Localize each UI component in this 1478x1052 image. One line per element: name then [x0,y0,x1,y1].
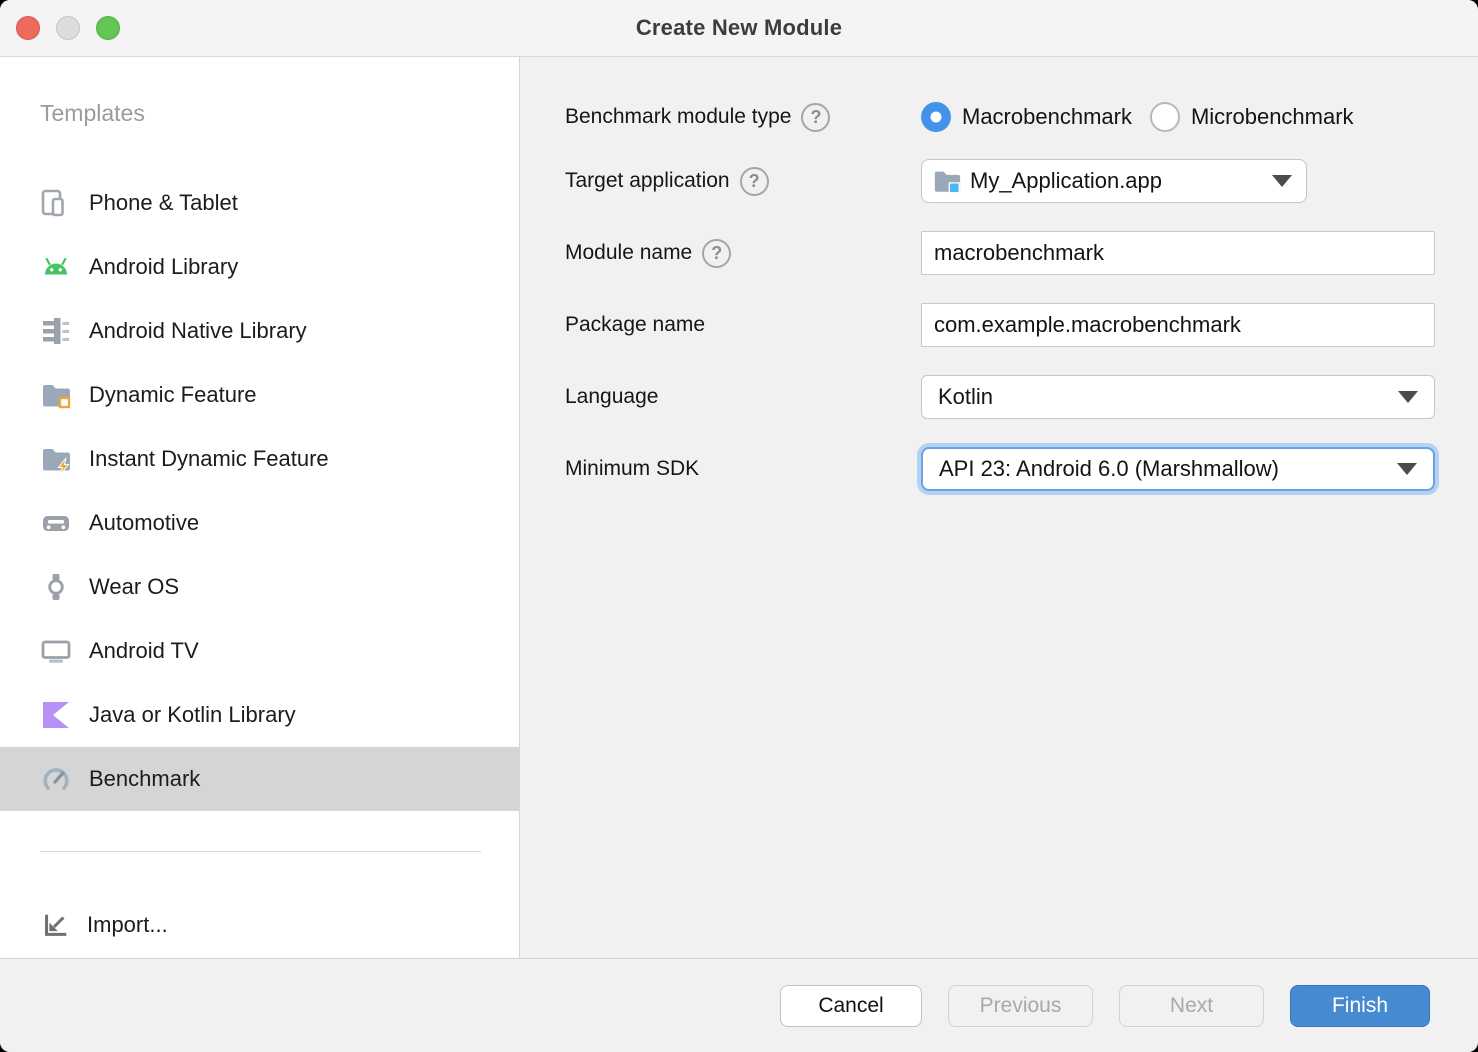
import-label: Import... [87,912,168,938]
wear-os-watch-icon [40,571,72,603]
macrobenchmark-radio-label: Macrobenchmark [962,104,1132,130]
sidebar-item-label: Wear OS [89,574,179,600]
module-name-row: Module name ? [565,231,1478,275]
phone-tablet-icon [40,187,72,219]
minimum-sdk-label: Minimum SDK [565,457,699,481]
module-name-label: Module name [565,241,692,265]
target-application-row: Target application ? My_Application.app [565,159,1478,203]
minimum-sdk-row: Minimum SDK API 23: Android 6.0 (Marshma… [565,447,1478,491]
android-head-icon [40,251,72,283]
sidebar-item-android-native-library[interactable]: Android Native Library [0,299,519,363]
sidebar-item-benchmark[interactable]: Benchmark [0,747,519,811]
package-name-label: Package name [565,313,705,337]
microbenchmark-radio[interactable]: Microbenchmark [1150,102,1354,132]
sidebar-item-label: Instant Dynamic Feature [89,446,329,472]
android-tv-icon [40,635,72,667]
minimum-sdk-value: API 23: Android 6.0 (Marshmallow) [939,456,1397,482]
sidebar-item-automotive[interactable]: Automotive [0,491,519,555]
target-application-label: Target application [565,169,730,193]
help-icon[interactable]: ? [740,167,769,196]
package-name-input[interactable] [921,303,1435,347]
create-new-module-dialog: Create New Module Templates Phone & Tabl… [0,0,1478,1052]
dialog-footer: Cancel Previous Next Finish [0,958,1478,1052]
dynamic-feature-folder-icon [40,379,72,411]
help-icon[interactable]: ? [801,103,830,132]
language-dropdown[interactable]: Kotlin [921,375,1435,419]
sidebar-item-label: Dynamic Feature [89,382,257,408]
benchmark-module-type-label: Benchmark module type [565,105,791,129]
window-title: Create New Module [0,15,1478,41]
benchmark-type-radio-group: Macrobenchmark Microbenchmark [921,102,1354,132]
app-module-folder-icon [932,166,962,196]
templates-list: Phone & Tablet Android Library [0,171,519,811]
instant-dynamic-feature-folder-icon [40,443,72,475]
sidebar-item-label: Automotive [89,510,199,536]
chevron-down-icon [1398,391,1418,403]
target-application-value: My_Application.app [970,168,1264,194]
sidebar-item-android-tv[interactable]: Android TV [0,619,519,683]
sidebar-item-java-kotlin-library[interactable]: Java or Kotlin Library [0,683,519,747]
target-application-dropdown[interactable]: My_Application.app [921,159,1307,203]
next-button[interactable]: Next [1119,985,1264,1027]
language-row: Language Kotlin [565,375,1478,419]
sidebar-item-android-library[interactable]: Android Library [0,235,519,299]
sidebar-item-label: Benchmark [89,766,200,792]
radio-selected-icon [921,102,951,132]
titlebar: Create New Module [0,0,1478,57]
templates-sidebar: Templates Phone & Tablet [0,57,520,958]
templates-header: Templates [40,100,519,128]
sidebar-item-phone-tablet[interactable]: Phone & Tablet [0,171,519,235]
help-icon[interactable]: ? [702,239,731,268]
finish-button[interactable]: Finish [1290,985,1430,1027]
module-name-input[interactable] [921,231,1435,275]
kotlin-icon [40,699,72,731]
benchmark-module-type-row: Benchmark module type ? Macrobenchmark M… [565,95,1478,139]
benchmark-speedometer-icon [40,763,72,795]
sidebar-item-label: Android TV [89,638,199,664]
sidebar-divider [40,851,481,852]
minimum-sdk-dropdown[interactable]: API 23: Android 6.0 (Marshmallow) [921,447,1435,491]
sidebar-item-instant-dynamic-feature[interactable]: Instant Dynamic Feature [0,427,519,491]
language-label: Language [565,385,658,409]
chevron-down-icon [1272,175,1292,187]
previous-button[interactable]: Previous [948,985,1093,1027]
language-value: Kotlin [938,384,1398,410]
sidebar-item-label: Java or Kotlin Library [89,702,296,728]
cancel-button[interactable]: Cancel [780,985,922,1027]
native-chip-icon [40,315,72,347]
module-form-panel: Benchmark module type ? Macrobenchmark M… [520,57,1478,958]
microbenchmark-radio-label: Microbenchmark [1191,104,1354,130]
sidebar-item-label: Android Native Library [89,318,307,344]
chevron-down-icon [1397,463,1417,475]
sidebar-item-label: Android Library [89,254,238,280]
sidebar-item-import[interactable]: Import... [0,901,519,949]
automotive-car-icon [40,507,72,539]
import-icon [40,910,70,940]
package-name-row: Package name [565,303,1478,347]
sidebar-item-label: Phone & Tablet [89,190,238,216]
macrobenchmark-radio[interactable]: Macrobenchmark [921,102,1132,132]
radio-unselected-icon [1150,102,1180,132]
sidebar-item-wear-os[interactable]: Wear OS [0,555,519,619]
sidebar-item-dynamic-feature[interactable]: Dynamic Feature [0,363,519,427]
